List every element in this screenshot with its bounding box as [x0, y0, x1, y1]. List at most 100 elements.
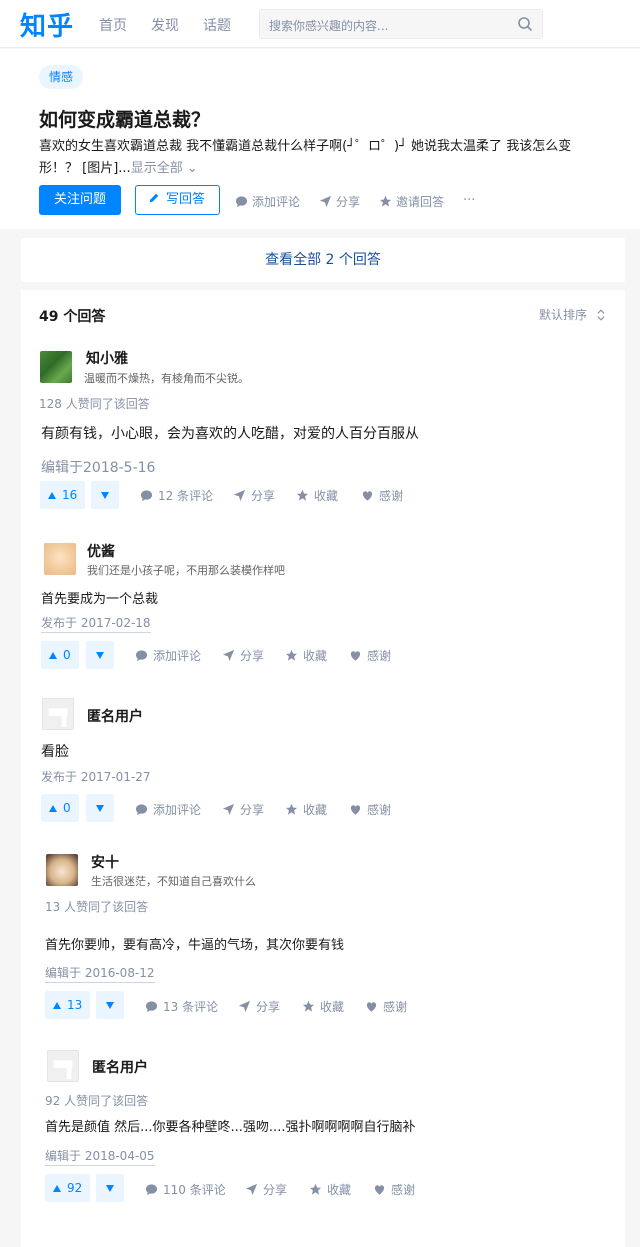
more-icon[interactable]: ···	[463, 193, 475, 208]
share-icon	[233, 489, 246, 502]
avatar[interactable]	[47, 1050, 79, 1082]
downvote-button[interactable]	[86, 794, 114, 822]
author-bio: 生活很迷茫，不知道自己喜欢什么	[91, 875, 256, 888]
comment-icon	[135, 650, 148, 662]
downvote-button[interactable]	[91, 481, 119, 509]
topic-tag[interactable]: 情感	[39, 65, 84, 89]
star-icon	[285, 649, 298, 661]
top-bar: 知乎 首页 发现 话题 搜索你感兴趣的内容...	[0, 0, 640, 48]
downvote-button[interactable]	[96, 991, 124, 1019]
upvote-icon	[48, 491, 56, 499]
thanks-button[interactable]: 感谢	[361, 487, 403, 504]
comments-button[interactable]: 110 条评论	[145, 1181, 226, 1198]
share-icon	[222, 649, 235, 662]
upvote-icon	[53, 1001, 61, 1009]
upvote-icon	[49, 651, 57, 659]
avatar[interactable]	[44, 543, 76, 575]
search-icon[interactable]	[517, 16, 533, 32]
upvote-button[interactable]: 0	[41, 641, 79, 669]
collect-button[interactable]: 收藏	[285, 801, 327, 818]
share-button[interactable]: 分享	[319, 193, 360, 210]
share-icon	[319, 195, 332, 208]
question-card: 情感 如何变成霸道总裁？ 喜欢的女生喜欢霸道总裁 我不懂霸道总裁什么样子啊(┘゜…	[0, 49, 640, 229]
sort-icon	[597, 308, 605, 321]
search-input[interactable]: 搜索你感兴趣的内容...	[259, 9, 543, 39]
downvote-button[interactable]	[96, 1174, 124, 1202]
nav-topics[interactable]: 话题	[203, 15, 231, 35]
nav-discover[interactable]: 发现	[151, 15, 179, 35]
answer-content[interactable]: 首先你要帅，要有高冷，牛逼的气场，其次你要有钱	[45, 934, 344, 953]
answer-content[interactable]: 看脸	[41, 741, 69, 761]
avatar[interactable]	[46, 854, 78, 886]
thanks-button[interactable]: 感谢	[373, 1181, 415, 1198]
heart-icon	[350, 805, 361, 815]
follow-question-button[interactable]: 关注问题	[39, 185, 121, 215]
collect-button[interactable]: 收藏	[309, 1181, 351, 1198]
thanks-button[interactable]: 感谢	[365, 998, 407, 1015]
share-button[interactable]: 分享	[238, 998, 280, 1015]
share-button[interactable]: 分享	[245, 1181, 287, 1198]
answer-date[interactable]: 编辑于 2018-04-05	[45, 1147, 155, 1166]
upvote-button[interactable]: 16	[40, 481, 86, 509]
add-comment-button[interactable]: 添加评论	[135, 647, 201, 664]
answer-date[interactable]: 编辑于 2016-08-12	[45, 964, 155, 983]
anonymous-user-icon	[53, 1060, 73, 1080]
answer-content[interactable]: 有颜有钱，小心眼，会为喜欢的人吃醋，对爱的人百分百服从	[41, 423, 419, 443]
view-all-answers-link[interactable]: 查看全部 2 个回答	[21, 238, 625, 282]
star-icon	[302, 1000, 315, 1012]
heart-icon	[350, 651, 361, 661]
collect-button[interactable]: 收藏	[296, 487, 338, 504]
pencil-icon	[149, 193, 159, 203]
share-icon	[238, 1000, 251, 1013]
write-answer-button[interactable]: 写回答	[135, 185, 220, 215]
anonymous-user-icon	[48, 708, 68, 728]
answers-count: 49 个回答	[39, 309, 106, 325]
thanks-button[interactable]: 感谢	[349, 647, 391, 664]
author-bio: 我们还是小孩子呢，不用那么装模作样吧	[87, 564, 285, 577]
question-detail-text: 喜欢的女生喜欢霸道总裁 我不懂霸道总裁什么样子啊(┘゜ロ゜)┘ 她说我太温柔了 …	[39, 139, 572, 176]
add-comment-button[interactable]: 添加评论	[235, 193, 300, 210]
answer-content[interactable]: 首先是颜值 然后...你要各种壁咚...强吻....强扑啊啊啊啊自行脑补	[45, 1116, 415, 1135]
star-icon	[285, 803, 298, 815]
author-name[interactable]: 匿名用户	[87, 706, 143, 726]
author-name[interactable]: 匿名用户	[92, 1057, 148, 1077]
answer-date[interactable]: 发布于 2017-02-18	[41, 614, 151, 633]
avatar[interactable]	[40, 351, 72, 383]
upvote-button[interactable]: 92	[45, 1174, 91, 1202]
downvote-icon	[101, 492, 109, 499]
vote-count-text: 92 人赞同了该回答	[45, 1094, 149, 1108]
comments-button[interactable]: 12 条评论	[140, 487, 213, 504]
answer-date[interactable]: 发布于 2017-01-27	[41, 768, 151, 785]
upvote-button[interactable]: 13	[45, 991, 91, 1019]
share-button[interactable]: 分享	[233, 487, 275, 504]
share-icon	[245, 1183, 258, 1196]
collect-button[interactable]: 收藏	[302, 998, 344, 1015]
answer-content[interactable]: 首先要成为一个总裁	[41, 588, 158, 607]
share-button[interactable]: 分享	[222, 801, 264, 818]
comments-button[interactable]: 13 条评论	[145, 998, 218, 1015]
chevron-down-icon: ⌄	[186, 161, 198, 176]
nav-home[interactable]: 首页	[99, 15, 127, 35]
avatar[interactable]	[42, 698, 74, 730]
question-detail: 喜欢的女生喜欢霸道总裁 我不懂霸道总裁什么样子啊(┘゜ロ゜)┘ 她说我太温柔了 …	[39, 136, 599, 180]
star-icon	[296, 489, 309, 501]
star-icon	[309, 1183, 322, 1195]
sort-dropdown[interactable]: 默认排序	[539, 306, 605, 323]
upvote-button[interactable]: 0	[41, 794, 79, 822]
downvote-icon	[96, 805, 104, 812]
author-name[interactable]: 优酱	[87, 541, 115, 561]
collect-button[interactable]: 收藏	[285, 647, 327, 664]
zhihu-logo[interactable]: 知乎	[20, 6, 74, 43]
answer-date[interactable]: 编辑于2018-5-16	[41, 457, 155, 477]
share-button[interactable]: 分享	[222, 647, 264, 664]
invite-answer-button[interactable]: 邀请回答	[379, 193, 444, 210]
answers-list: 49 个回答 默认排序 知小雅 温暖而不燥热，有棱角而不尖锐。 128 人赞同了…	[21, 290, 625, 1247]
search-placeholder: 搜索你感兴趣的内容...	[269, 19, 389, 33]
author-name[interactable]: 安十	[91, 852, 119, 872]
thanks-button[interactable]: 感谢	[349, 801, 391, 818]
author-name[interactable]: 知小雅	[86, 348, 128, 368]
downvote-icon	[96, 652, 104, 659]
add-comment-button[interactable]: 添加评论	[135, 801, 201, 818]
show-all-link[interactable]: 显示全部 ⌄	[131, 161, 198, 176]
downvote-button[interactable]	[86, 641, 114, 669]
